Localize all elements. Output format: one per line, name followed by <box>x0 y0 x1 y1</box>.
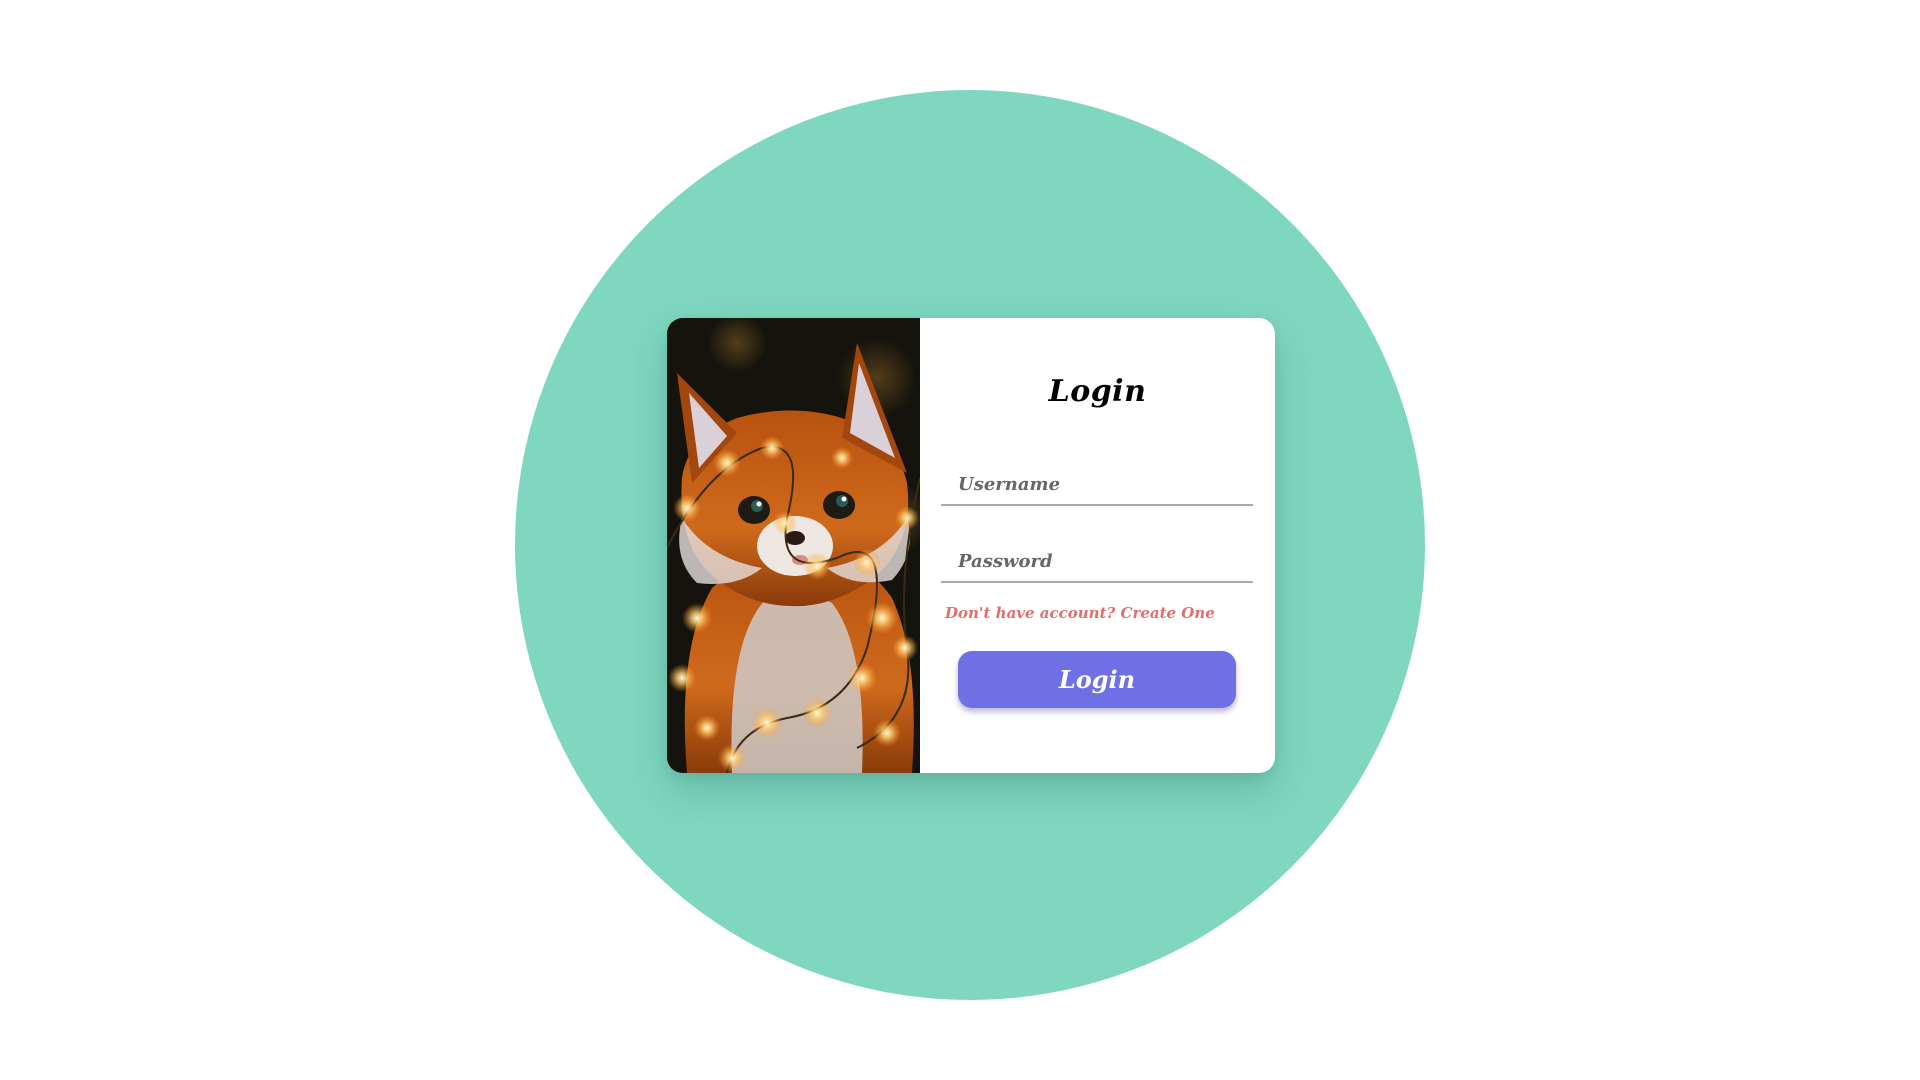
password-input[interactable] <box>941 541 1253 581</box>
login-card: Login Don't have account? Create One Log… <box>667 318 1275 773</box>
username-input[interactable] <box>941 464 1253 504</box>
fox-illustration <box>667 318 920 773</box>
fox-illustration-image <box>667 318 920 773</box>
page: Login Don't have account? Create One Log… <box>0 0 1920 1080</box>
login-title: Login <box>1048 374 1147 409</box>
login-form: Login Don't have account? Create One Log… <box>920 318 1275 773</box>
create-account-link[interactable]: Don't have account? Create One <box>945 604 1215 622</box>
login-button[interactable]: Login <box>958 651 1236 708</box>
username-field[interactable] <box>941 464 1253 506</box>
password-field[interactable] <box>941 541 1253 583</box>
